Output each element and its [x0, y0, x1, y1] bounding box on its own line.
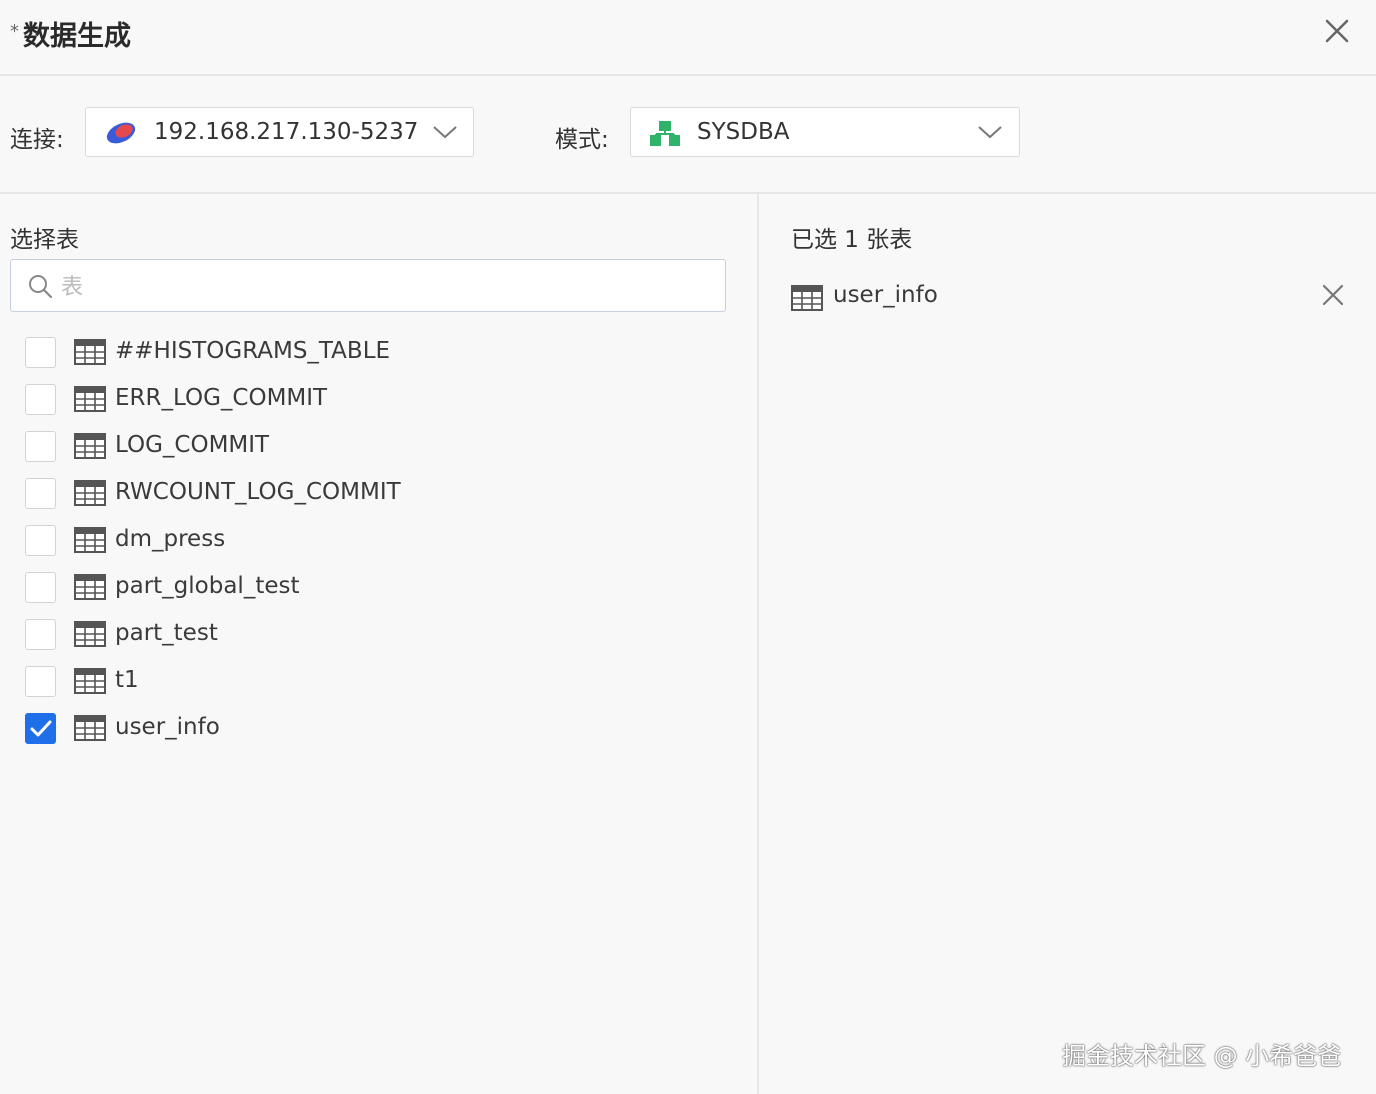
table-icon: [74, 621, 106, 647]
table-checkbox[interactable]: [25, 478, 56, 509]
schema-value: SYSDBA: [697, 119, 790, 145]
table-icon: [74, 480, 106, 506]
schema-label: 模式:: [555, 127, 609, 153]
table-name: part_test: [115, 620, 218, 646]
connection-bar: 连接: 192.168.217.130-5237 模式: SYSDBA: [0, 76, 1376, 194]
select-tables-title: 选择表: [10, 227, 79, 253]
table-name: LOG_COMMIT: [115, 432, 270, 458]
selected-table-name: user_info: [833, 282, 938, 308]
search-input[interactable]: [59, 270, 703, 304]
table-checkbox[interactable]: [25, 431, 56, 462]
table-row[interactable]: RWCOUNT_LOG_COMMIT: [0, 471, 757, 518]
connection-label: 连接:: [10, 127, 64, 153]
table-name: part_global_test: [115, 573, 300, 599]
chevron-down-icon: [433, 126, 457, 139]
table-icon: [74, 574, 106, 600]
table-name: RWCOUNT_LOG_COMMIT: [115, 479, 401, 505]
dialog-title: * 数据生成: [10, 14, 131, 53]
table-icon: [74, 386, 106, 412]
watermark: 掘金技术社区 @ 小希爸爸: [1062, 1042, 1342, 1070]
selected-tables-panel: 已选 1 张表 user_info: [759, 194, 1376, 1094]
checkmark-icon: [30, 720, 52, 737]
table-name: ERR_LOG_COMMIT: [115, 385, 328, 411]
schema-select[interactable]: SYSDBA: [630, 107, 1020, 157]
table-row[interactable]: dm_press: [0, 518, 757, 565]
table-checkbox[interactable]: [25, 666, 56, 697]
table-row[interactable]: part_test: [0, 612, 757, 659]
close-icon[interactable]: [1322, 16, 1352, 46]
remove-icon[interactable]: [1321, 283, 1345, 307]
schema-icon: [650, 121, 680, 146]
table-checkbox[interactable]: [25, 572, 56, 603]
table-picker-panel: 选择表 ##HISTOGRAMS_TABLE ERR_LOG_COMMIT LOG_…: [0, 194, 757, 1094]
dialog-header: * 数据生成: [0, 0, 1376, 76]
table-checkbox[interactable]: [25, 619, 56, 650]
table-row[interactable]: ##HISTOGRAMS_TABLE: [0, 330, 757, 377]
search-icon: [29, 275, 53, 299]
table-search[interactable]: [10, 259, 726, 312]
dialog-title-text: 数据生成: [23, 21, 131, 52]
table-row[interactable]: LOG_COMMIT: [0, 424, 757, 471]
table-checkbox[interactable]: [25, 525, 56, 556]
selected-table-item: user_info: [759, 272, 1376, 322]
table-checkbox[interactable]: [25, 337, 56, 368]
table-row[interactable]: t1: [0, 659, 757, 706]
selected-count-title: 已选 1 张表: [791, 227, 913, 253]
connection-value: 192.168.217.130-5237: [154, 119, 419, 145]
chevron-down-icon: [978, 126, 1002, 139]
table-checkbox[interactable]: [25, 384, 56, 415]
table-name: dm_press: [115, 526, 226, 552]
table-icon: [74, 668, 106, 694]
table-name: t1: [115, 667, 139, 693]
table-row[interactable]: ERR_LOG_COMMIT: [0, 377, 757, 424]
table-icon: [74, 527, 106, 553]
table-icon: [74, 715, 106, 741]
table-name: ##HISTOGRAMS_TABLE: [115, 338, 391, 364]
table-icon: [74, 433, 106, 459]
table-checkbox[interactable]: [25, 713, 56, 744]
connection-select[interactable]: 192.168.217.130-5237: [85, 107, 474, 157]
table-row[interactable]: part_global_test: [0, 565, 757, 612]
table-icon: [74, 339, 106, 365]
connection-icon: [106, 122, 136, 144]
table-row[interactable]: user_info: [0, 706, 757, 753]
table-icon: [791, 285, 823, 311]
table-name: user_info: [115, 714, 220, 740]
required-mark: *: [10, 21, 19, 42]
